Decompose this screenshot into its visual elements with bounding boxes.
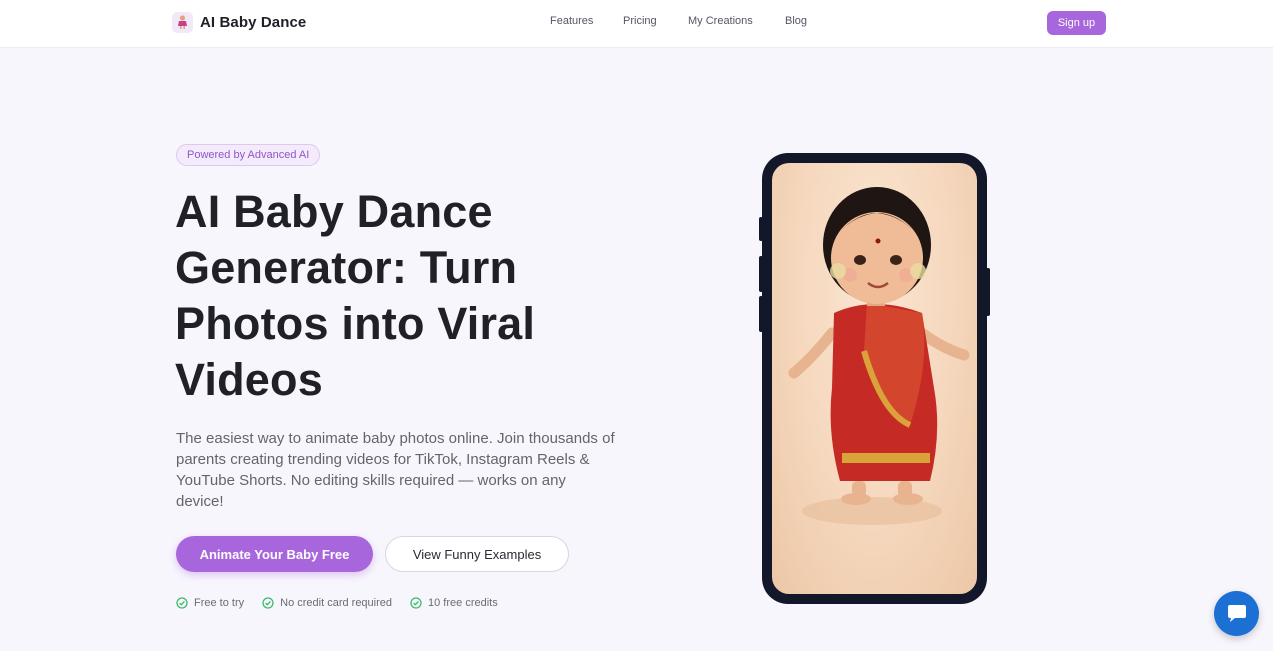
brand-name: AI Baby Dance xyxy=(200,14,307,31)
phone-side-button xyxy=(986,268,990,316)
feature-item: 10 free credits xyxy=(410,597,498,609)
feature-label: No credit card required xyxy=(280,597,393,609)
phone-side-button xyxy=(759,296,763,332)
chat-bubble-icon xyxy=(1227,604,1246,622)
dancing-baby-illustration xyxy=(788,187,970,525)
feature-item: Free to try xyxy=(176,597,244,609)
feature-label: Free to try xyxy=(194,597,245,609)
nav-link-pricing[interactable]: Pricing xyxy=(623,15,657,27)
check-circle-icon xyxy=(410,597,422,609)
animate-baby-button[interactable]: Animate Your Baby Free xyxy=(176,536,373,572)
nav-link-my-creations[interactable]: My Creations xyxy=(688,15,753,27)
dancing-baby-preview xyxy=(772,163,977,594)
view-examples-button[interactable]: View Funny Examples xyxy=(385,536,569,572)
phone-side-button xyxy=(759,217,763,241)
nav-link-features[interactable]: Features xyxy=(550,15,593,27)
baby-dance-logo-icon xyxy=(172,12,193,33)
phone-side-button xyxy=(759,256,763,292)
phone-mockup xyxy=(759,153,990,604)
hero-subtitle: The easiest way to animate baby photos o… xyxy=(176,430,615,510)
chat-widget-button[interactable] xyxy=(1214,591,1259,636)
check-circle-icon xyxy=(262,597,274,609)
feature-item: No credit card required xyxy=(262,597,392,609)
check-circle-icon xyxy=(176,597,188,609)
hero-title: AI Baby Dance Generator: Turn Photos int… xyxy=(175,186,536,405)
feature-label: 10 free credits xyxy=(428,597,498,609)
sign-up-button[interactable]: Sign up xyxy=(1047,11,1106,35)
nav-link-blog[interactable]: Blog xyxy=(785,15,807,27)
feature-list: Free to try No credit card required 10 f… xyxy=(176,597,516,609)
top-navbar: AI Baby Dance Features Pricing My Creati… xyxy=(0,0,1273,48)
powered-by-badge: Powered by Advanced AI xyxy=(176,144,321,166)
brand-logo[interactable]: AI Baby Dance xyxy=(172,12,306,33)
